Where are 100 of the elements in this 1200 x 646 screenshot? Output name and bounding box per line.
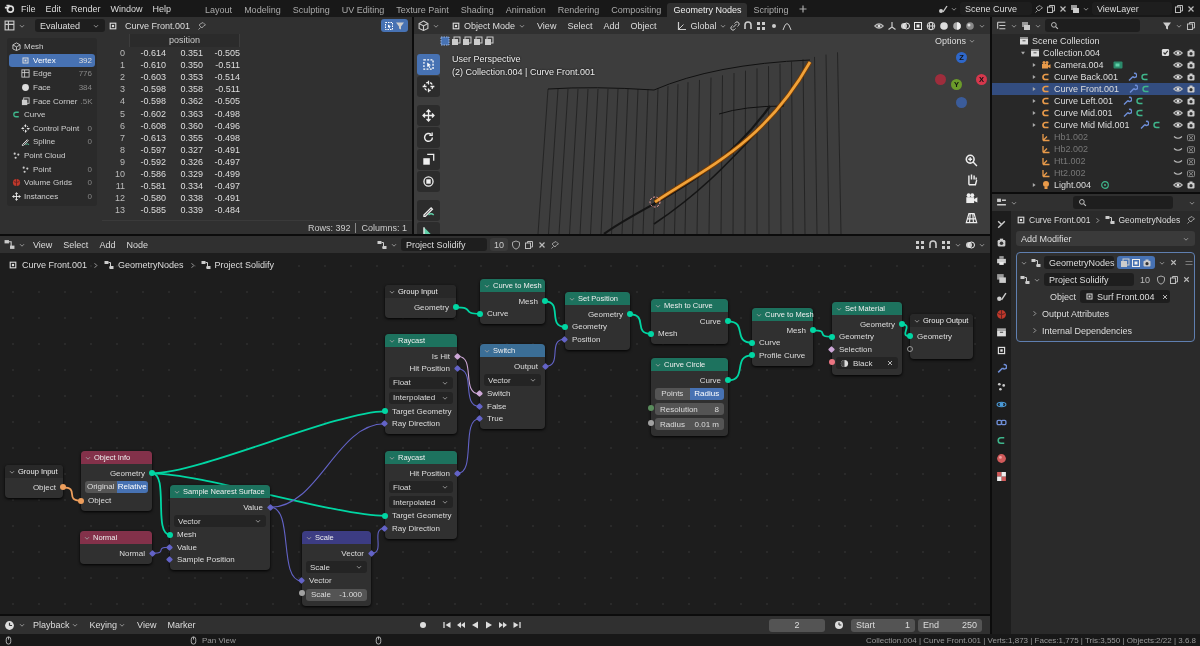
breadcrumb[interactable]: Project Solidify [214, 260, 275, 270]
outliner-item[interactable]: Curve Left.001 [992, 95, 1200, 107]
domain-item[interactable]: Face 384 [9, 80, 95, 95]
menu-item[interactable]: Node [122, 239, 152, 250]
dropdown[interactable]: Float [389, 376, 453, 389]
number-field[interactable]: Resolution 8 [655, 403, 724, 415]
outliner-item[interactable]: Collection.004 [992, 47, 1200, 59]
domain-item[interactable]: Edge 776 [9, 67, 95, 81]
field-label: Resolution [660, 404, 698, 414]
number-field[interactable]: Scale -1.000 [306, 588, 367, 601]
menu-item[interactable]: File [17, 3, 40, 14]
workspace-tab[interactable]: Layout [199, 3, 239, 17]
toggle-option[interactable]: Relative [116, 481, 148, 493]
domain-item[interactable]: Control Point 0 [9, 121, 95, 136]
view-name: User Perspective [452, 54, 521, 64]
object-field[interactable]: Surf Front.004 [1080, 290, 1170, 303]
outliner-item[interactable]: Curve Back.001 [992, 71, 1200, 83]
field-value: 250 [961, 620, 977, 630]
workspace-tab[interactable]: UV Editing [335, 3, 391, 17]
menu-item[interactable]: View [29, 239, 57, 250]
menu-item[interactable]: Marker [163, 620, 200, 630]
socket-label: Curve [699, 316, 721, 326]
domain-item[interactable]: Volume Grids 0 [9, 175, 95, 190]
mode-dropdown[interactable]: Object Mode [447, 20, 531, 31]
outliner-item[interactable]: Camera.004 [992, 59, 1200, 71]
end-frame-field[interactable]: End 250 [918, 618, 982, 632]
workspace-tab[interactable]: Texture Paint [390, 3, 455, 17]
menu-item[interactable]: Edit [41, 3, 66, 14]
menu-item[interactable]: Object [626, 20, 661, 31]
row-index: 3 [119, 84, 126, 95]
table-cell-text: -0.585 [139, 205, 166, 216]
workspace-tab[interactable]: Shading [454, 3, 500, 17]
workspace-tab[interactable]: Rendering [551, 3, 606, 17]
workspace-tab[interactable]: Animation [499, 3, 552, 17]
modifier-name-field[interactable]: GeometryNodes [1044, 256, 1114, 269]
dropdown[interactable]: Float [389, 481, 453, 493]
outliner-item[interactable]: Curve Mid.001 [992, 107, 1200, 119]
workspace-tab[interactable]: Geometry Nodes [667, 3, 748, 17]
menu-item[interactable]: Add [95, 239, 120, 250]
outliner-item[interactable]: Scene Collection [992, 35, 1200, 47]
menu-item[interactable]: Help [148, 3, 176, 14]
view-layer-field[interactable]: ViewLayer [1092, 2, 1172, 15]
menu-item[interactable]: Select [563, 20, 597, 31]
menu-item[interactable]: View [533, 20, 561, 31]
user-count[interactable]: 10 [489, 238, 508, 251]
domain-item[interactable]: Instances 0 [9, 189, 95, 204]
breadcrumb[interactable]: Curve Front.001 [22, 260, 88, 270]
workspace-tab[interactable]: Scripting [747, 3, 795, 17]
socket-label: Geometry [572, 322, 608, 332]
table-cell-text: -0.608 [139, 120, 166, 131]
domain-item[interactable]: Point 0 [9, 162, 95, 176]
workspace-tab[interactable]: Compositing [605, 3, 668, 17]
start-frame-field[interactable]: Start 1 [851, 618, 915, 632]
orientation-dropdown[interactable]: Global [677, 20, 728, 31]
menu-item[interactable]: View [133, 620, 161, 630]
toggle-option[interactable]: Points [655, 388, 690, 400]
toggle-option[interactable]: Original [85, 481, 117, 493]
domain-item[interactable]: Face Corner .5K [9, 94, 95, 108]
outliner-item[interactable]: Curve Mid Mid.001 [992, 119, 1200, 131]
number-field[interactable]: Radius 0.01 m [655, 418, 724, 430]
menu-item[interactable]: Add [599, 20, 624, 31]
menu-item[interactable]: Window [106, 3, 147, 14]
workspace-tab[interactable]: Sculpting [286, 3, 336, 17]
current-frame-field[interactable]: 2 [769, 618, 825, 632]
outliner-item[interactable]: Curve Front.001 [992, 83, 1200, 95]
domain-item[interactable]: Vertex 392 [9, 53, 95, 68]
node-group-field[interactable]: Project Solidify [1044, 273, 1134, 286]
menu-item[interactable]: Playback [29, 620, 83, 630]
socket-label: Mesh [518, 296, 538, 306]
dropdown[interactable]: Interpolated [389, 391, 453, 404]
table-cell-text: -0.511 [214, 60, 240, 71]
material-field[interactable]: Black [836, 357, 898, 369]
options-dropdown[interactable]: Options [934, 36, 976, 46]
table-cell-text: -0.580 [139, 193, 166, 204]
workspace-tab[interactable]: Modeling [238, 3, 287, 17]
panel-header[interactable]: Output Attributes [1020, 307, 1191, 320]
add-modifier-dropdown[interactable]: Add Modifier [1016, 231, 1195, 246]
scene-field[interactable]: Scene Curve [960, 2, 1032, 15]
socket-label: Value [177, 542, 197, 552]
dropdown[interactable]: Scale [306, 561, 367, 573]
table-cell-text: 0.358 [179, 84, 203, 95]
breadcrumb[interactable]: GeometryNodes [118, 260, 184, 270]
user-count[interactable]: 10 [1137, 274, 1153, 285]
node-group-field[interactable]: Project Solidify [400, 238, 487, 251]
dropdown[interactable]: Vector [174, 515, 266, 527]
panel-header[interactable]: Internal Dependencies [1020, 324, 1191, 337]
breadcrumb: Curve Front.001 [1029, 215, 1091, 225]
mode-dropdown[interactable]: Evaluated [35, 19, 105, 32]
dropdown[interactable]: Interpolated [389, 496, 453, 508]
column-header[interactable]: position [129, 34, 240, 47]
socket-label: Target Geometry [392, 406, 452, 416]
outliner-item[interactable]: Light.004 [992, 179, 1200, 191]
table-cell-text: 0.350 [179, 60, 203, 71]
table-cell-text: 0.327 [179, 144, 203, 155]
dropdown[interactable]: Vector [484, 374, 541, 386]
menu-item[interactable]: Keying [85, 620, 131, 630]
menu-item[interactable]: Render [67, 3, 105, 14]
menu-item[interactable]: Select [59, 239, 93, 250]
domain-item[interactable]: Spline 0 [9, 135, 95, 149]
toggle-option[interactable]: Radius [689, 388, 724, 400]
